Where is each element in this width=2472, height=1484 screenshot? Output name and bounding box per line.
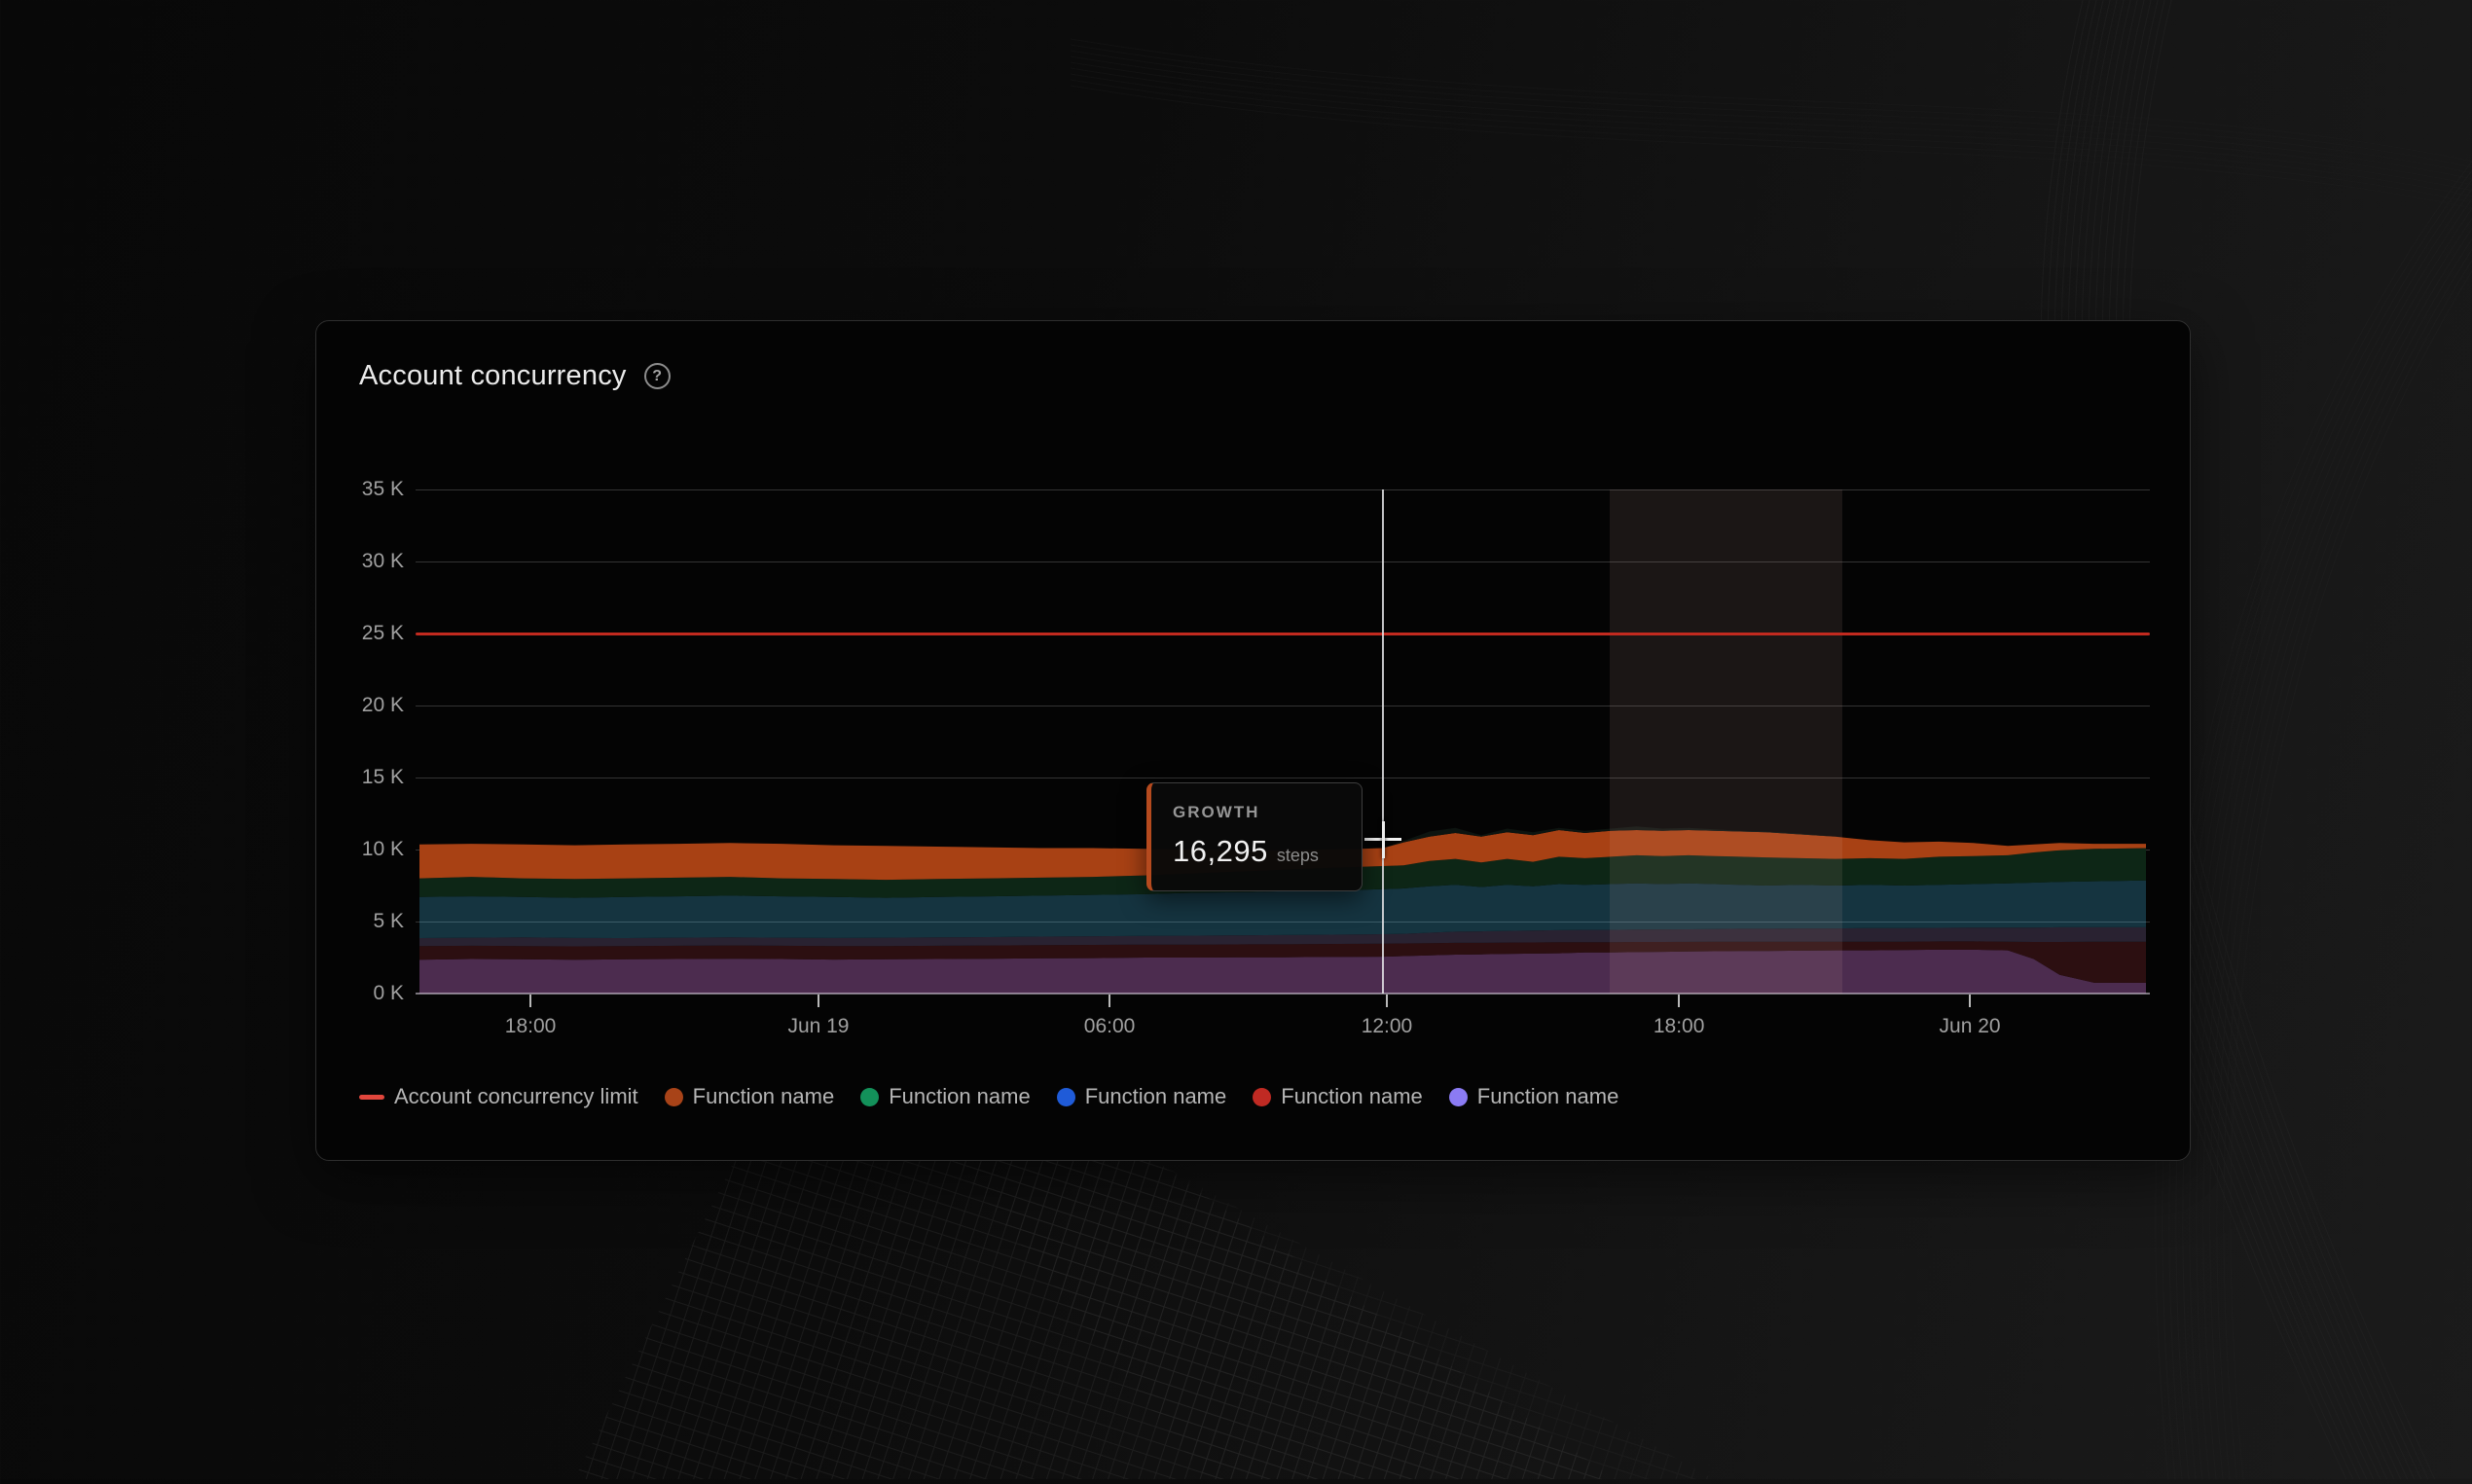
x-tick-label: Jun 19 xyxy=(787,1015,850,1037)
legend-dot-swatch xyxy=(664,1087,683,1106)
x-tick-label: 06:00 xyxy=(1083,1015,1136,1037)
x-tick-label: 18:00 xyxy=(504,1015,557,1037)
legend-item-1[interactable]: Function name xyxy=(664,1084,835,1109)
crosshair-line xyxy=(1382,489,1385,994)
x-tick-label: 18:00 xyxy=(1653,1015,1705,1037)
tooltip-value: 16,295 xyxy=(1173,833,1268,868)
legend-dot-swatch xyxy=(1253,1087,1272,1106)
bg-swirl-line xyxy=(2162,169,2472,1484)
bg-swirl-line xyxy=(1070,73,2472,198)
legend-item-3[interactable]: Function name xyxy=(1056,1084,1227,1109)
legend-item-label: Function name xyxy=(1476,1084,1619,1108)
bg-swirl-line xyxy=(2230,270,2472,1484)
tooltip-series-label: GROWTH xyxy=(1173,802,1260,821)
bg-swirl-line xyxy=(1070,79,2472,203)
bg-swirl-line xyxy=(2202,228,2472,1484)
legend-item-4[interactable]: Function name xyxy=(1253,1084,1423,1109)
bg-swirl-line xyxy=(2182,198,2472,1484)
stacked-areas-svg xyxy=(419,826,2146,994)
legend-item-label: Function name xyxy=(1084,1084,1227,1108)
x-tick-mark xyxy=(1678,995,1681,1007)
x-tick-mark xyxy=(817,995,819,1007)
x-tick-mark xyxy=(1109,995,1111,1007)
legend-item-2[interactable]: Function name xyxy=(860,1084,1031,1109)
bg-swirl-line xyxy=(2223,259,2472,1484)
y-tick-label: 30 K xyxy=(361,550,404,572)
bg-swirl-line xyxy=(2189,207,2472,1484)
legend-item-label: Function name xyxy=(889,1084,1031,1108)
chart: 35 K 30 K 25 K 20 K 15 K 10 K 5 K 0 K 18:00 Jun … xyxy=(316,321,2190,1160)
legend-dot-swatch xyxy=(860,1087,880,1106)
x-tick-mark xyxy=(1385,995,1388,1007)
legend-item-label: Account concurrency limit xyxy=(394,1084,638,1108)
legend: Account concurrency limit Function name Fu… xyxy=(359,1084,1618,1109)
account-concurrency-card: Account concurrency ? 35 K 30 K 25 K 20 K 15… xyxy=(315,320,2191,1161)
tooltip-unit: steps xyxy=(1276,845,1319,865)
selection-overlay xyxy=(1610,489,1842,994)
x-tick-mark xyxy=(529,995,532,1007)
y-tick-label: 35 K xyxy=(361,478,404,500)
y-tick-label: 0 K xyxy=(373,982,404,1004)
bg-swirl-line xyxy=(1070,85,2472,209)
x-tick-label: 12:00 xyxy=(1361,1015,1413,1037)
legend-dot-swatch xyxy=(1448,1087,1468,1106)
legend-dot-swatch xyxy=(1056,1087,1075,1106)
y-tick-label: 15 K xyxy=(361,766,404,788)
x-tick-label: Jun 20 xyxy=(1939,1015,2001,1037)
gridline-5k-overlay xyxy=(419,921,2146,923)
x-tick-mark xyxy=(1969,995,1972,1007)
y-tick-label: 25 K xyxy=(361,622,404,644)
bg-swirl-line xyxy=(2155,161,2472,1484)
y-tick-label: 10 K xyxy=(361,838,404,860)
bg-swirl-line xyxy=(2196,217,2472,1484)
legend-item-label: Function name xyxy=(1281,1084,1423,1108)
x-axis-line xyxy=(416,993,2150,995)
legend-item-5[interactable]: Function name xyxy=(1448,1084,1619,1109)
bg-swirl-line xyxy=(2209,237,2472,1484)
legend-item-label: Function name xyxy=(692,1084,835,1108)
tooltip: GROWTH 16,295 steps xyxy=(1146,781,1363,891)
y-tick-label: 5 K xyxy=(373,910,404,932)
legend-item-0[interactable]: Account concurrency limit xyxy=(359,1084,638,1109)
plot-area[interactable]: GROWTH 16,295 steps xyxy=(416,489,2150,995)
concurrency-limit-line xyxy=(416,632,2150,635)
legend-dash-swatch xyxy=(359,1094,384,1100)
y-tick-label: 20 K xyxy=(361,694,404,716)
